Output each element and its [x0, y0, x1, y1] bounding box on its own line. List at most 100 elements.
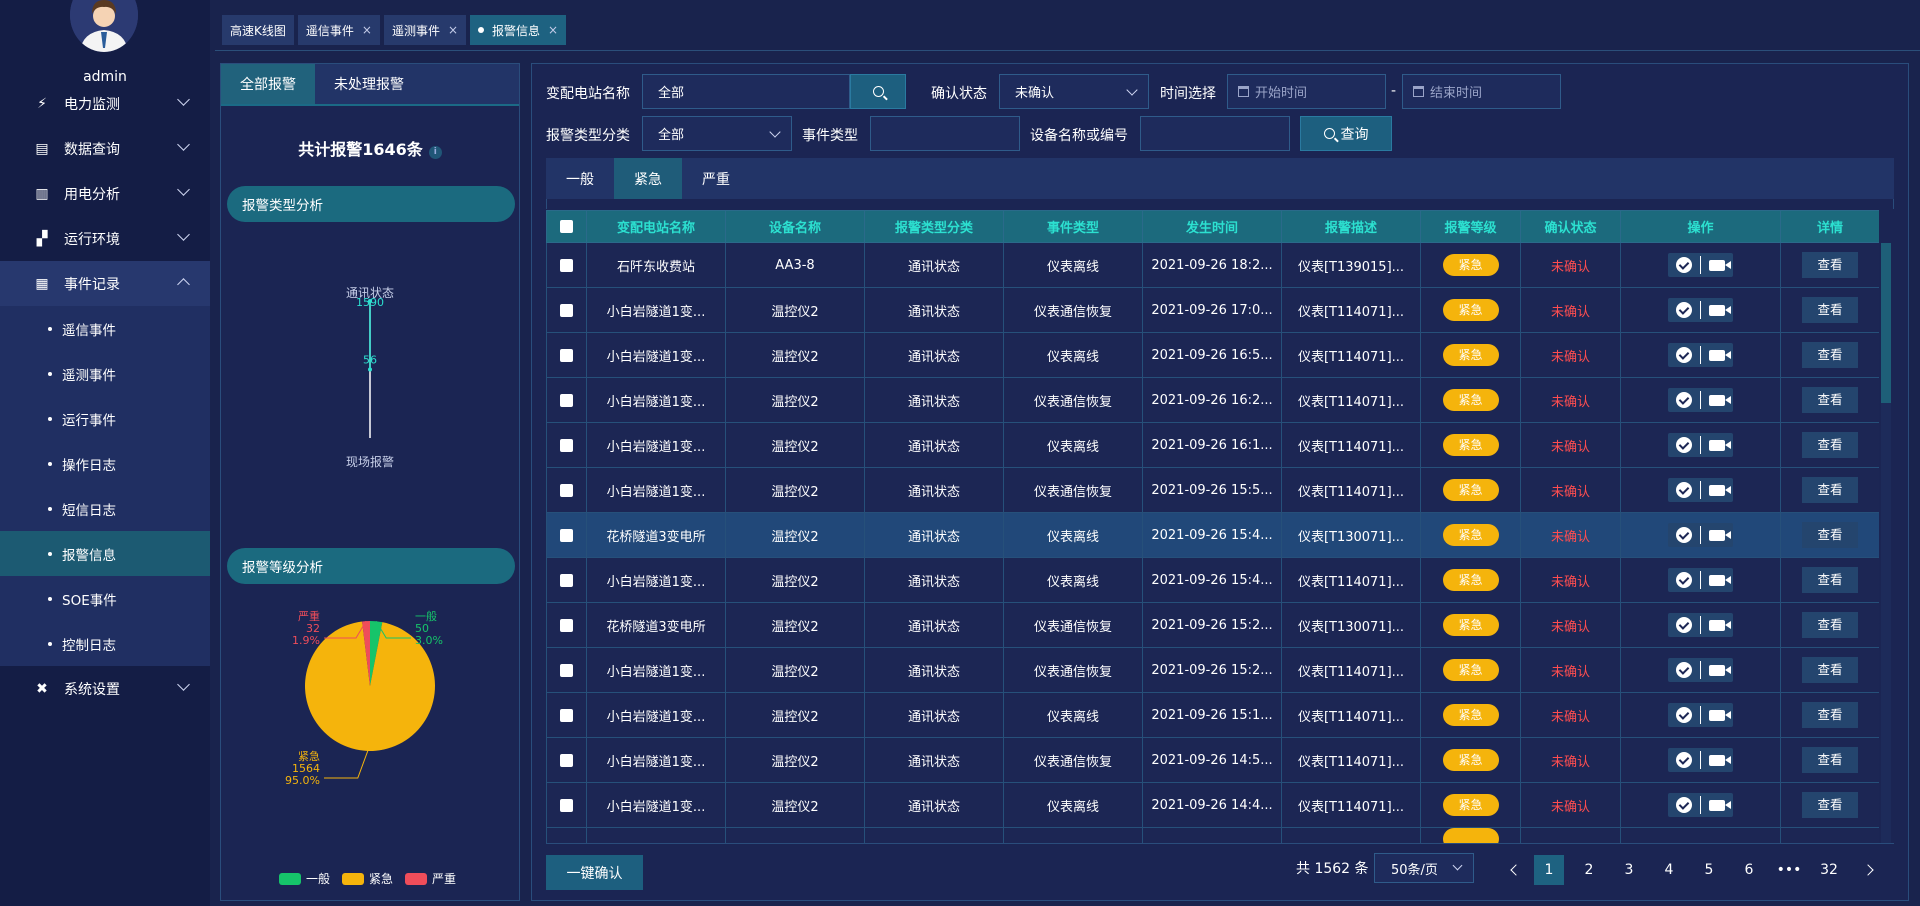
sidebar-item-8[interactable]: 控制日志	[0, 621, 210, 666]
end-time-input[interactable]: 结束时间	[1402, 74, 1561, 109]
view-detail-button[interactable]: 查看	[1802, 297, 1858, 323]
type-select[interactable]: 全部	[642, 116, 792, 151]
confirm-check-icon[interactable]	[1676, 797, 1692, 813]
confirm-check-icon[interactable]	[1676, 572, 1692, 588]
view-detail-button[interactable]: 查看	[1802, 567, 1858, 593]
video-camera-icon[interactable]	[1709, 259, 1731, 271]
confirm-all-button[interactable]: 一键确认	[546, 855, 643, 890]
device-input[interactable]	[1140, 116, 1290, 151]
page-button-1[interactable]: 1	[1534, 855, 1564, 885]
table-row[interactable]: 小白岩隧道1变... 温控仪2 通讯状态 仪表离线 2021-09-26 16:5...…	[546, 332, 1879, 378]
sidebar-menu-event[interactable]: ▦ 事件记录	[0, 261, 210, 306]
confirm-check-icon[interactable]	[1676, 257, 1692, 273]
sidebar-menu-power[interactable]: ⚡ 电力监测	[0, 81, 210, 126]
view-detail-button[interactable]: 查看	[1802, 477, 1858, 503]
view-detail-button[interactable]: 查看	[1802, 657, 1858, 683]
tab-all-alarms[interactable]: 全部报警	[221, 64, 315, 104]
page-button-4[interactable]: 4	[1654, 855, 1684, 885]
row-checkbox[interactable]	[560, 393, 573, 407]
video-camera-icon[interactable]	[1709, 439, 1731, 451]
view-detail-button[interactable]: 查看	[1802, 522, 1858, 548]
page-button-2[interactable]: 2	[1574, 855, 1604, 885]
video-camera-icon[interactable]	[1709, 349, 1731, 361]
station-search-button[interactable]	[850, 74, 906, 109]
start-time-input[interactable]: 开始时间	[1227, 74, 1386, 109]
tab-4[interactable]: 报警信息 ×	[470, 15, 567, 45]
row-checkbox[interactable]	[560, 618, 573, 632]
tab-level-2[interactable]: 紧急	[614, 158, 682, 199]
sidebar-item-6[interactable]: 报警信息	[0, 531, 210, 576]
video-camera-icon[interactable]	[1709, 529, 1731, 541]
table-row[interactable]: 小白岩隧道1变... 温控仪2 通讯状态 仪表离线 2021-09-26 16:1...…	[546, 422, 1879, 468]
query-button[interactable]: 查询	[1300, 116, 1392, 151]
confirm-check-icon[interactable]	[1676, 437, 1692, 453]
video-camera-icon[interactable]	[1709, 574, 1731, 586]
tab-level-1[interactable]: 一般	[546, 158, 614, 199]
view-detail-button[interactable]: 查看	[1802, 747, 1858, 773]
view-detail-button[interactable]: 查看	[1802, 792, 1858, 818]
video-camera-icon[interactable]	[1709, 799, 1731, 811]
legend-normal[interactable]: 一般	[279, 870, 330, 887]
sidebar-item-2[interactable]: 遥测事件	[0, 351, 210, 396]
row-checkbox[interactable]	[560, 438, 573, 452]
row-checkbox[interactable]	[560, 483, 573, 497]
tab-2[interactable]: 遥信事件 ×	[297, 15, 380, 45]
row-checkbox[interactable]	[560, 573, 573, 587]
close-icon[interactable]: ×	[362, 23, 372, 37]
table-row[interactable]: 小白岩隧道1变... 温控仪2 通讯状态 仪表通信恢复 2021-09-26 14:5.…	[546, 737, 1879, 783]
event-input[interactable]	[870, 116, 1020, 151]
table-row[interactable]: 小白岩隧道1变... 温控仪2 通讯状态 仪表通信恢复 2021-09-26 17:0.…	[546, 287, 1879, 333]
page-button-6[interactable]: 6	[1734, 855, 1764, 885]
table-row[interactable]: 小白岩隧道1变... 温控仪2 通讯状态 仪表通信恢复 2021-09-26 15:2.…	[546, 647, 1879, 693]
sidebar-item-7[interactable]: SOE事件	[0, 576, 210, 621]
row-checkbox[interactable]	[560, 348, 573, 362]
video-camera-icon[interactable]	[1709, 709, 1731, 721]
sidebar-menu-settings[interactable]: ✖ 系统设置	[0, 666, 210, 711]
table-row[interactable]: 花桥隧道3变电所 温控仪2 通讯状态 仪表离线 2021-09-26 15:4... 仪表…	[546, 512, 1879, 558]
page-button-32[interactable]: 32	[1814, 855, 1844, 885]
legend-urgent[interactable]: 紧急	[342, 870, 393, 887]
page-size-select[interactable]: 50条/页	[1374, 853, 1474, 883]
sidebar-item-3[interactable]: 运行事件	[0, 396, 210, 441]
view-detail-button[interactable]: 查看	[1802, 612, 1858, 638]
confirm-check-icon[interactable]	[1676, 617, 1692, 633]
video-camera-icon[interactable]	[1709, 754, 1731, 766]
video-camera-icon[interactable]	[1709, 484, 1731, 496]
row-checkbox[interactable]	[560, 798, 573, 812]
page-button-5[interactable]: 5	[1694, 855, 1724, 885]
vertical-scrollbar[interactable]	[1881, 243, 1891, 843]
info-icon[interactable]: i	[428, 146, 442, 159]
view-detail-button[interactable]: 查看	[1802, 702, 1858, 728]
pagination-ellipsis[interactable]: •••	[1774, 855, 1804, 885]
confirm-check-icon[interactable]	[1676, 707, 1692, 723]
select-all-checkbox[interactable]	[560, 220, 573, 233]
tab-level-3[interactable]: 严重	[682, 158, 750, 199]
sidebar-item-1[interactable]: 遥信事件	[0, 306, 210, 351]
table-row[interactable]: 小白岩隧道1变... 温控仪2 通讯状态 仪表通信恢复 2021-09-26 15:5.…	[546, 467, 1879, 513]
table-row[interactable]: 石阡东收费站 AA3-8 通讯状态 仪表离线 2021-09-26 18:2... 仪表[…	[546, 242, 1879, 288]
table-row[interactable]: 小白岩隧道1变... 温控仪2 通讯状态 仪表离线 2021-09-26 15:1...…	[546, 692, 1879, 738]
tab-unhandled-alarms[interactable]: 未处理报警	[315, 64, 423, 104]
table-row[interactable]: 小白岩隧道1变... 温控仪2 通讯状态 仪表离线 2021-09-26 14:4...…	[546, 782, 1879, 828]
close-icon[interactable]: ×	[548, 23, 558, 37]
ack-select[interactable]: 未确认	[999, 74, 1149, 109]
video-camera-icon[interactable]	[1709, 664, 1731, 676]
table-row[interactable]: 小白岩隧道1变... 温控仪2 通讯状态 仪表离线 2021-09-26 15:4...…	[546, 557, 1879, 603]
confirm-check-icon[interactable]	[1676, 752, 1692, 768]
video-camera-icon[interactable]	[1709, 394, 1731, 406]
confirm-check-icon[interactable]	[1676, 347, 1692, 363]
table-row[interactable]: 花桥隧道3变电所 温控仪2 通讯状态 仪表通信恢复 2021-09-26 15:2...…	[546, 602, 1879, 648]
confirm-check-icon[interactable]	[1676, 482, 1692, 498]
tab-3[interactable]: 遥测事件 ×	[383, 15, 467, 45]
legend-severe[interactable]: 严重	[405, 870, 456, 887]
confirm-check-icon[interactable]	[1676, 662, 1692, 678]
confirm-check-icon[interactable]	[1676, 392, 1692, 408]
view-detail-button[interactable]: 查看	[1802, 432, 1858, 458]
sidebar-menu-database[interactable]: ▤ 数据查询	[0, 126, 210, 171]
table-row[interactable]: 小白岩隧道1变... 温控仪2 通讯状态 仪表通信恢复 2021-09-26 16:2.…	[546, 377, 1879, 423]
tab-1[interactable]: 高速K线图	[222, 15, 294, 45]
row-checkbox[interactable]	[560, 663, 573, 677]
row-checkbox[interactable]	[560, 708, 573, 722]
view-detail-button[interactable]: 查看	[1802, 387, 1858, 413]
scrollbar-thumb[interactable]	[1881, 243, 1891, 403]
